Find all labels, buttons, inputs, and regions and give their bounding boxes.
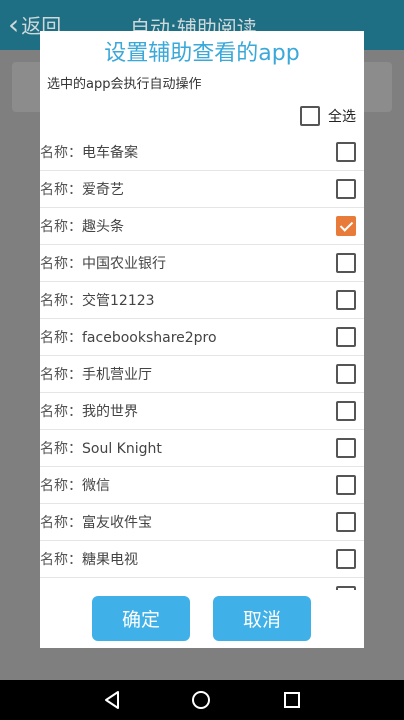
dialog-buttons: 确定 取消 [40, 596, 364, 642]
list-item[interactable]: 名称：趣头条 [40, 208, 364, 245]
item-prefix: 名称： [40, 552, 82, 568]
item-prefix: 名称： [40, 404, 82, 420]
item-checkbox[interactable] [336, 512, 356, 532]
app-list[interactable]: 名称：电车备案 名称：爱奇艺 名称：趣头条 名称：中国农业银行 名称：交管121… [40, 134, 364, 590]
item-checkbox[interactable] [336, 142, 356, 162]
item-name: 爱奇艺 [82, 182, 124, 198]
dialog-subtitle: 选中的app会执行自动操作 [47, 77, 202, 92]
cancel-button[interactable]: 取消 [213, 596, 311, 641]
list-item[interactable]: 名称：电车备案 [40, 134, 364, 171]
list-item[interactable]: 名称：facebookshare2pro [40, 319, 364, 356]
item-prefix: 名称： [40, 441, 82, 457]
item-prefix: 名称： [40, 145, 82, 161]
list-item[interactable]: 名称：富友收件宝 [40, 504, 364, 541]
item-name: 糖果电视 [82, 552, 138, 568]
item-checkbox[interactable] [336, 401, 356, 421]
recent-square-icon[interactable] [282, 690, 302, 710]
list-item[interactable]: 名称：手机营业厅 [40, 356, 364, 393]
item-checkbox[interactable] [336, 290, 356, 310]
item-name: 微信 [82, 478, 110, 494]
item-checkbox[interactable] [336, 586, 356, 590]
dialog-title: 设置辅助查看的app [104, 41, 300, 66]
item-checkbox[interactable] [336, 179, 356, 199]
item-checkbox[interactable] [336, 549, 356, 569]
select-all-label: 全选 [328, 109, 356, 125]
app-select-dialog: 设置辅助查看的app 选中的app会执行自动操作 全选 名称：电车备案 名称：爱… [40, 31, 364, 648]
chevron-left-icon: ‹ [8, 7, 20, 41]
list-item[interactable]: 名称：爱奇艺 [40, 171, 364, 208]
item-checkbox[interactable] [336, 253, 356, 273]
item-name: 趣头条 [82, 219, 124, 235]
item-prefix: 名称： [40, 515, 82, 531]
item-checkbox[interactable] [336, 438, 356, 458]
item-prefix: 名称： [40, 182, 82, 198]
item-name: facebookshare2pro [82, 330, 217, 346]
item-name: 中国农业银行 [82, 256, 166, 272]
item-prefix: 名称： [40, 256, 82, 272]
list-item[interactable] [40, 578, 364, 590]
item-prefix: 名称： [40, 367, 82, 383]
list-item[interactable]: 名称：糖果电视 [40, 541, 364, 578]
item-prefix: 名称： [40, 293, 82, 309]
item-checkbox[interactable] [336, 475, 356, 495]
list-item[interactable]: 名称：微信 [40, 467, 364, 504]
system-nav-bar [0, 680, 404, 720]
item-prefix: 名称： [40, 330, 82, 346]
item-name: Soul Knight [82, 441, 162, 457]
confirm-button[interactable]: 确定 [92, 596, 190, 641]
select-all-checkbox[interactable] [300, 106, 320, 126]
item-name: 手机营业厅 [82, 367, 152, 383]
item-name: 电车备案 [82, 145, 138, 161]
list-item[interactable]: 名称：我的世界 [40, 393, 364, 430]
item-prefix: 名称： [40, 219, 82, 235]
item-checkbox[interactable] [336, 216, 356, 236]
list-item[interactable]: 名称：Soul Knight [40, 430, 364, 467]
select-all-toggle[interactable]: 全选 [300, 105, 356, 127]
list-item[interactable]: 名称：交管12123 [40, 282, 364, 319]
item-prefix: 名称： [40, 478, 82, 494]
item-checkbox[interactable] [336, 364, 356, 384]
item-checkbox[interactable] [336, 327, 356, 347]
home-circle-icon[interactable] [191, 690, 211, 710]
list-item[interactable]: 名称：中国农业银行 [40, 245, 364, 282]
item-name: 交管12123 [82, 293, 155, 309]
item-name: 我的世界 [82, 404, 138, 420]
item-name: 富友收件宝 [82, 515, 152, 531]
back-triangle-icon[interactable] [102, 690, 122, 710]
